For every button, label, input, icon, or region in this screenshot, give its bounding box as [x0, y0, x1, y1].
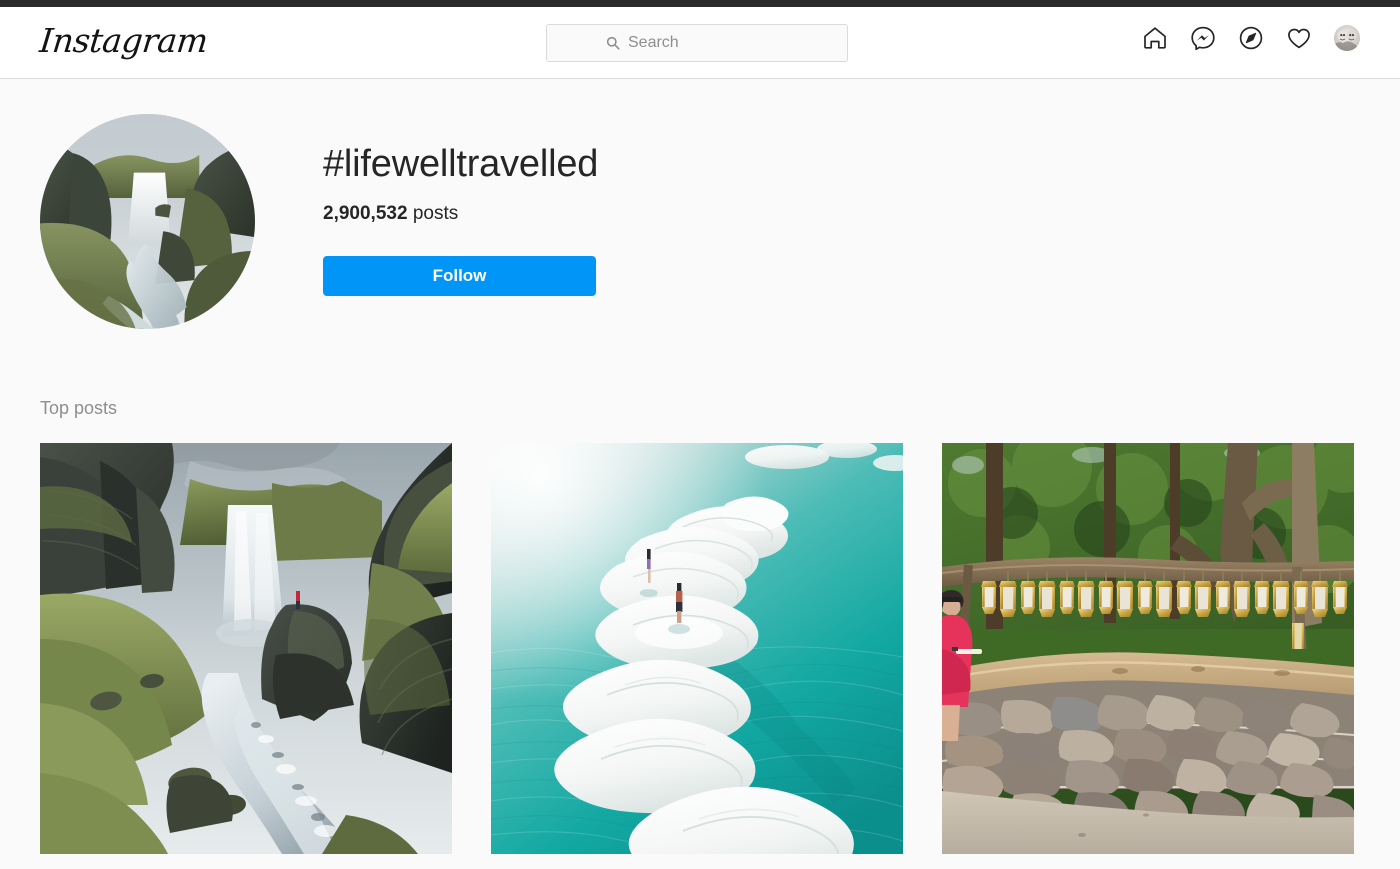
- page-content: #lifewelltravelled 2,900,532 posts Follo…: [0, 80, 1400, 869]
- browser-chrome-strip: [0, 0, 1400, 7]
- compass-icon[interactable]: [1238, 25, 1264, 51]
- post-thumbnail-2[interactable]: [491, 443, 903, 854]
- hashtag-profile-header: #lifewelltravelled 2,900,532 posts Follo…: [40, 114, 598, 329]
- follow-button[interactable]: Follow: [323, 255, 596, 296]
- top-posts-grid: [40, 443, 1360, 854]
- hashtag-avatar: [40, 114, 255, 329]
- app-header: Instagram: [0, 7, 1400, 79]
- home-icon[interactable]: [1142, 25, 1168, 51]
- messenger-icon[interactable]: [1190, 25, 1216, 51]
- post-thumbnail-3[interactable]: [942, 443, 1354, 854]
- page-title: #lifewelltravelled: [323, 143, 599, 185]
- post-count-label: posts: [412, 202, 459, 224]
- search-input[interactable]: [628, 34, 788, 52]
- search-bar[interactable]: [546, 24, 848, 62]
- heart-icon[interactable]: [1286, 25, 1312, 51]
- avatar[interactable]: [1334, 25, 1360, 51]
- post-count-number: 2,900,532: [323, 202, 408, 224]
- search-icon: [606, 36, 620, 50]
- hashtag-meta: #lifewelltravelled 2,900,532 posts Follo…: [323, 114, 598, 296]
- post-count: 2,900,532 posts: [323, 203, 598, 225]
- instagram-logo[interactable]: Instagram: [38, 21, 210, 60]
- post-thumbnail-1[interactable]: [40, 443, 452, 854]
- header-nav: [1142, 25, 1360, 51]
- top-posts-label: Top posts: [40, 398, 118, 418]
